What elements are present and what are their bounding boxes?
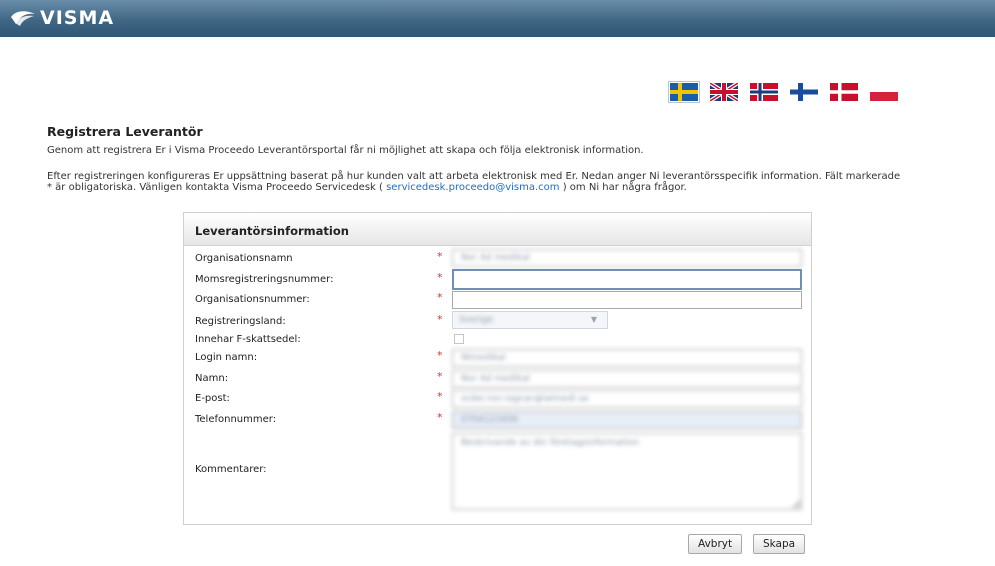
registreringsland-value: Sverige: [459, 315, 494, 325]
visma-logo[interactable]: VISMA: [10, 7, 114, 29]
label-momsregistreringsnummer: Momsregistreringsnummer:: [195, 274, 334, 285]
page-title: Registrera Leverantör: [47, 124, 203, 139]
label-organisationsnamn: Organisationsnamn: [195, 253, 293, 264]
login-namn-input[interactable]: [452, 349, 802, 367]
flag-norwegian-icon[interactable]: [750, 83, 778, 101]
flag-polish-icon[interactable]: [870, 83, 898, 101]
flag-finnish-icon[interactable]: [790, 83, 818, 101]
chevron-down-icon: ▼: [590, 315, 597, 324]
info-text-post: ) om Ni har några frågor.: [562, 182, 687, 193]
visma-swoosh-icon: [11, 11, 35, 26]
info-text-pre: * är obligatoriska. Vänligen kontakta Vi…: [47, 182, 383, 193]
organisationsnummer-input[interactable]: [452, 291, 802, 309]
label-registreringsland: Registreringsland:: [195, 316, 286, 327]
e-post-input[interactable]: [452, 390, 802, 408]
intro-text: Genom att registrera Er i Visma Proceedo…: [47, 145, 644, 156]
label-login-namn: Login namn:: [195, 352, 258, 363]
flag-danish-icon[interactable]: [830, 83, 858, 101]
required-marker: *: [437, 349, 443, 362]
language-selector: [668, 81, 910, 103]
label-kommentarer: Kommentarer:: [195, 464, 267, 475]
logo-text: VISMA: [40, 7, 115, 29]
organisationsnamn-input[interactable]: [452, 249, 802, 267]
flag-english-icon[interactable]: [710, 83, 738, 101]
servicedesk-email-link[interactable]: servicedesk.proceedo@visma.com: [386, 182, 559, 193]
label-organisationsnummer: Organisationsnummer:: [195, 294, 310, 305]
required-marker: *: [437, 271, 443, 284]
momsregistreringsnummer-input[interactable]: [452, 269, 802, 290]
flag-swedish-icon[interactable]: [668, 81, 700, 103]
label-telefonnummer: Telefonnummer:: [195, 414, 277, 425]
panel-title: Leverantörsinformation: [184, 213, 811, 246]
registreringsland-select[interactable]: Sverige ▼: [452, 311, 608, 329]
create-button[interactable]: Skapa: [753, 534, 806, 554]
cancel-button[interactable]: Avbryt: [688, 534, 743, 554]
required-marker: *: [437, 291, 443, 304]
required-marker: *: [437, 250, 443, 263]
label-f-skattsedel: Innehar F-skattsedel:: [195, 334, 301, 345]
label-e-post: E-post:: [195, 393, 230, 404]
required-marker: *: [437, 313, 443, 326]
namn-input[interactable]: [452, 370, 802, 388]
kommentarer-textarea[interactable]: Beskrivande av din företagsinformation: [452, 433, 802, 510]
f-skattsedel-checkbox[interactable]: [454, 334, 464, 344]
info-text-line2: * är obligatoriska. Vänligen kontakta Vi…: [47, 182, 687, 194]
telefonnummer-input[interactable]: [452, 411, 802, 429]
required-marker: *: [437, 390, 443, 403]
top-header: VISMA: [0, 0, 995, 37]
supplier-info-panel: Leverantörsinformation Organisationsnamn…: [183, 212, 812, 525]
required-marker: *: [437, 411, 443, 424]
label-namn: Namn:: [195, 373, 229, 384]
required-marker: *: [437, 370, 443, 383]
